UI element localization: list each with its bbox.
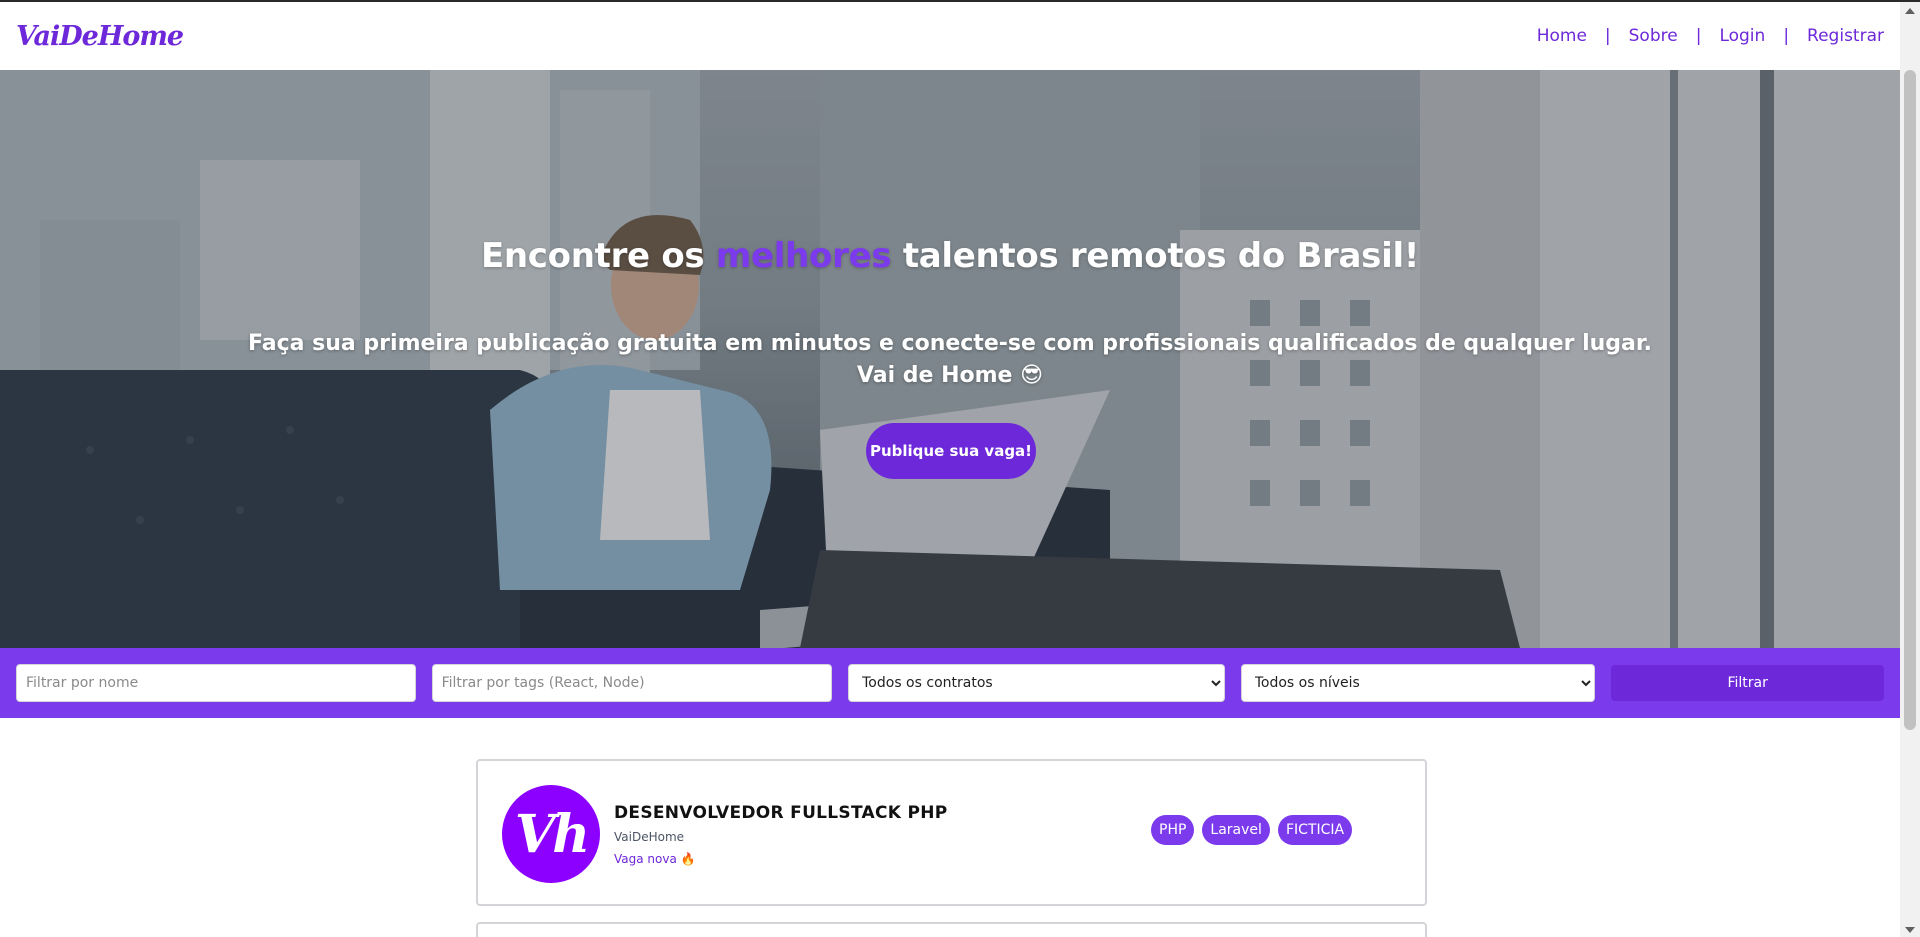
job-tags: PHP Laravel FICTICIA xyxy=(1151,815,1353,845)
job-card[interactable]: Vh DESENVOLVEDOR FULLSTACK PHP VaiDeHome… xyxy=(476,759,1427,906)
nav-separator: | xyxy=(1783,26,1790,46)
job-card[interactable] xyxy=(476,922,1427,937)
nav-home-link[interactable]: Home xyxy=(1537,26,1587,46)
level-select[interactable]: Todos os níveis xyxy=(1240,664,1596,702)
job-company: VaiDeHome xyxy=(614,830,685,844)
page-scrollbar[interactable] xyxy=(1900,2,1920,937)
scroll-up-arrow-icon[interactable] xyxy=(1905,8,1915,14)
hero-subtitle-line1: Faça sua primeira publicação gratuita em… xyxy=(248,331,1652,356)
hero-subtitle: Faça sua primeira publicação gratuita em… xyxy=(0,328,1900,392)
hero-subtitle-line2: Vai de Home 😎 xyxy=(856,363,1044,388)
new-job-badge: Vaga nova 🔥 xyxy=(614,852,696,866)
main-nav: Home | Sobre | Login | Registrar xyxy=(1537,26,1884,46)
hero-title-accent: melhores xyxy=(715,236,892,276)
filter-name-input[interactable] xyxy=(16,664,416,702)
nav-login-link[interactable]: Login xyxy=(1719,26,1765,46)
filter-button[interactable]: Filtrar xyxy=(1611,665,1885,701)
hero-title: Encontre os melhores talentos remotos do… xyxy=(0,236,1900,276)
job-tag[interactable]: Laravel xyxy=(1202,815,1270,845)
scroll-down-arrow-icon[interactable] xyxy=(1905,927,1915,933)
nav-separator: | xyxy=(1604,26,1611,46)
nav-register-link[interactable]: Registrar xyxy=(1807,26,1884,46)
job-tag[interactable]: FICTICIA xyxy=(1277,815,1353,845)
company-avatar: Vh xyxy=(502,785,600,883)
site-logo[interactable]: VaiDeHome xyxy=(16,21,184,52)
hero-title-start: Encontre os xyxy=(480,236,705,276)
publish-job-button[interactable]: Publique sua vaga! xyxy=(866,423,1036,479)
job-tag[interactable]: PHP xyxy=(1151,815,1195,845)
hero-title-end: talentos remotos do Brasil! xyxy=(902,236,1420,276)
filter-bar: Todos os contratos Todos os níveis Filtr… xyxy=(0,648,1900,718)
contract-type-select[interactable]: Todos os contratos xyxy=(848,664,1225,702)
scrollbar-thumb[interactable] xyxy=(1904,70,1916,730)
job-title[interactable]: DESENVOLVEDOR FULLSTACK PHP xyxy=(614,803,948,823)
nav-about-link[interactable]: Sobre xyxy=(1629,26,1678,46)
nav-separator: | xyxy=(1695,26,1702,46)
top-navbar: VaiDeHome Home | Sobre | Login | Registr… xyxy=(0,2,1900,70)
hero-section: Encontre os melhores talentos remotos do… xyxy=(0,70,1900,648)
filter-tags-input[interactable] xyxy=(431,664,833,702)
